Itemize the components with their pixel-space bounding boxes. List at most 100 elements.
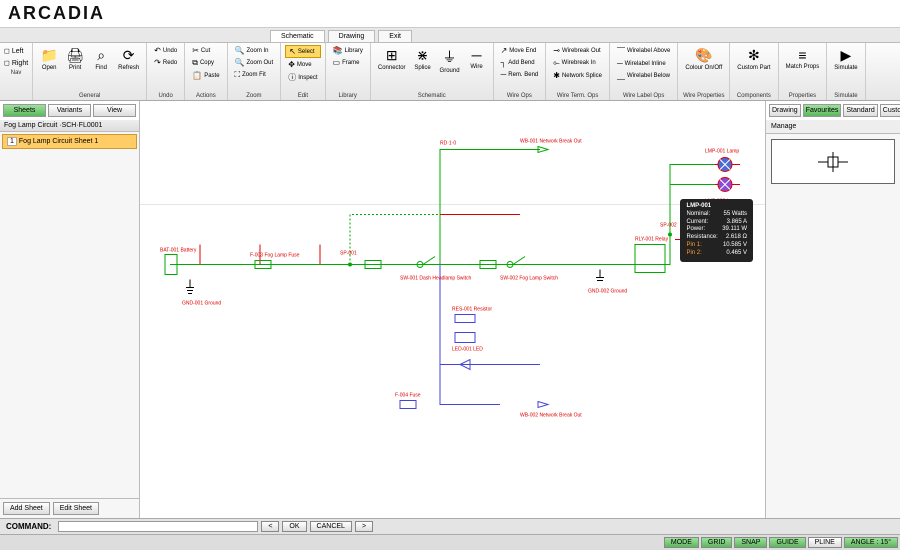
group-wireprops: 🎨Colour On/Off Wire Properties xyxy=(678,43,730,100)
wbin-button[interactable]: ⟜Wirebreak In xyxy=(550,57,605,69)
status-pline[interactable]: PLINE xyxy=(808,537,842,548)
tab-schematic[interactable]: Schematic xyxy=(270,30,325,42)
wlinline-button[interactable]: ─Wirelabel Inline xyxy=(614,58,673,69)
wlbelow-button[interactable]: ⎽Wirelabel Below xyxy=(614,70,673,82)
move-button[interactable]: ✥Move xyxy=(285,59,320,70)
custompart-button[interactable]: ✻Custom Part xyxy=(734,45,773,73)
tab-sheets[interactable]: Sheets xyxy=(3,104,46,117)
status-grid[interactable]: GRID xyxy=(701,537,733,548)
zoom-in-button[interactable]: 🔍Zoom In xyxy=(232,45,277,56)
status-angle[interactable]: ANGLE : 15° xyxy=(844,537,898,548)
matchprops-button[interactable]: ≡Match Props xyxy=(783,45,823,72)
status-bar: MODE GRID SNAP GUIDE PLINE ANGLE : 15° xyxy=(0,534,900,550)
redo-button[interactable]: ↷Redo xyxy=(151,57,180,68)
group-components: ✻Custom Part Components xyxy=(730,43,778,100)
tab-exit[interactable]: Exit xyxy=(378,30,412,42)
add-sheet-button[interactable]: Add Sheet xyxy=(3,502,50,515)
tab-custom[interactable]: Custom xyxy=(880,104,900,117)
wbout-button[interactable]: ⊸Wirebreak Out xyxy=(550,45,605,56)
library-button[interactable]: 📚Library xyxy=(330,45,366,56)
svg-text:GND-002 Ground: GND-002 Ground xyxy=(588,289,627,295)
undo-button[interactable]: ↶Undo xyxy=(151,45,180,56)
group-undo: ↶Undo ↷Redo Undo xyxy=(147,43,185,100)
gear-icon: ✻ xyxy=(748,47,760,64)
cut-button[interactable]: ✂Cut xyxy=(189,45,222,56)
svg-text:SW-001 Dash Headlamp Switch: SW-001 Dash Headlamp Switch xyxy=(400,276,472,282)
rembend-button[interactable]: ─Rem. Bend xyxy=(498,69,542,80)
manage-header: Manage xyxy=(766,120,900,134)
play-icon: ▶ xyxy=(841,47,852,64)
status-snap[interactable]: SNAP xyxy=(734,537,767,548)
splice-button[interactable]: ⋇Splice xyxy=(411,45,435,73)
print-icon: 🖨 xyxy=(66,47,84,64)
zoom-fit-icon: ⛶ xyxy=(235,70,241,80)
inspect-button[interactable]: ⓘInspect xyxy=(285,71,320,84)
tab-drawing[interactable]: Drawing xyxy=(328,30,376,42)
library-icon: 📚 xyxy=(333,46,343,55)
tab-variants[interactable]: Variants xyxy=(48,104,91,117)
connector-icon: ⊞ xyxy=(386,47,398,64)
svg-text:SP-001: SP-001 xyxy=(340,251,357,257)
group-edit: ↖Select ✥Move ⓘInspect Edit xyxy=(281,43,325,100)
addbend-button[interactable]: ┐Add Bend xyxy=(498,57,542,68)
schematic-canvas[interactable]: RD·1·0 BAT-001 Battery GND-001 Ground F-… xyxy=(140,101,765,518)
svg-text:LED-001 LED: LED-001 LED xyxy=(452,347,483,353)
group-zoom: 🔍Zoom In 🔍Zoom Out ⛶Zoom Fit Zoom xyxy=(228,43,282,100)
print-button[interactable]: 🖨Print xyxy=(63,45,87,73)
frame-icon: ▭ xyxy=(333,58,341,67)
undo-icon: ↶ xyxy=(154,46,161,55)
copy-button[interactable]: ⧉Copy xyxy=(189,57,222,69)
group-wireops: ↗Move End ┐Add Bend ─Rem. Bend Wire Ops xyxy=(494,43,547,100)
svg-text:SW-002 Fog Lamp Switch: SW-002 Fog Lamp Switch xyxy=(500,276,558,282)
open-button[interactable]: 📁Open xyxy=(37,45,61,73)
simulate-button[interactable]: ▶Simulate xyxy=(831,45,860,73)
find-button[interactable]: ⌕Find xyxy=(89,45,113,73)
cmd-ok-button[interactable]: OK xyxy=(282,521,306,532)
command-input[interactable] xyxy=(58,521,258,532)
tree-header: Fog Lamp Circuit ·SCH·FL0001 xyxy=(0,120,139,132)
wire-button[interactable]: ─Wire xyxy=(465,45,489,72)
select-button[interactable]: ↖Select xyxy=(285,45,320,58)
svg-text:RD·1·0: RD·1·0 xyxy=(440,141,456,147)
group-general: 📁Open 🖨Print ⌕Find ⟳Refresh General xyxy=(33,43,147,100)
tab-drawing-r[interactable]: Drawing xyxy=(769,104,801,117)
svg-text:WB-001 Network Break Out: WB-001 Network Break Out xyxy=(520,139,582,145)
symbol-preview[interactable] xyxy=(771,139,895,184)
cmd-back-button[interactable]: < xyxy=(261,521,279,532)
splice-icon: ⋇ xyxy=(417,47,429,64)
command-label: COMMAND: xyxy=(2,522,55,531)
mode-tabbar: Schematic Drawing Exit xyxy=(0,28,900,43)
svg-text:BAT-001 Battery: BAT-001 Battery xyxy=(160,248,197,254)
left-panel: Sheets Variants View Fog Lamp Circuit ·S… xyxy=(0,101,140,518)
tree-item[interactable]: 1Fog Lamp Circuit Sheet 1 xyxy=(2,134,137,149)
edit-sheet-button[interactable]: Edit Sheet xyxy=(53,502,99,515)
svg-text:F-003 Fog Lamp Fuse: F-003 Fog Lamp Fuse xyxy=(250,253,300,259)
folder-icon: 📁 xyxy=(40,47,57,64)
tab-view[interactable]: View xyxy=(93,104,136,117)
connector-button[interactable]: ⊞Connector xyxy=(375,45,409,73)
paste-button[interactable]: 📋Paste xyxy=(189,70,222,81)
tab-standard[interactable]: Standard xyxy=(843,104,877,117)
tab-favourites[interactable]: Favourites xyxy=(803,104,842,117)
status-mode[interactable]: MODE xyxy=(664,537,699,548)
match-icon: ≡ xyxy=(798,47,806,63)
nsplice-button[interactable]: ✱Network Splice xyxy=(550,70,605,81)
nav-left[interactable]: ◻ Left xyxy=(2,45,30,57)
ground-button[interactable]: ⏚Ground xyxy=(437,45,463,76)
wlabove-button[interactable]: ⎺Wirelabel Above xyxy=(614,45,673,57)
nav-right[interactable]: ◻ Right xyxy=(2,57,30,69)
wire-icon: ─ xyxy=(472,47,482,63)
frame-button[interactable]: ▭Frame xyxy=(330,57,366,68)
cursor-icon: ↖ xyxy=(289,47,296,56)
refresh-button[interactable]: ⟳Refresh xyxy=(115,45,142,73)
colour-button[interactable]: 🎨Colour On/Off xyxy=(682,45,725,73)
svg-text:GND-001 Ground: GND-001 Ground xyxy=(182,301,221,307)
cmd-fwd-button[interactable]: > xyxy=(355,521,373,532)
status-guide[interactable]: GUIDE xyxy=(769,537,805,548)
moveend-button[interactable]: ↗Move End xyxy=(498,45,542,56)
right-panel: Drawing Favourites Standard Custom Manag… xyxy=(765,101,900,518)
cmd-cancel-button[interactable]: CANCEL xyxy=(310,521,352,532)
cut-icon: ✂ xyxy=(192,46,199,55)
zoom-fit-button[interactable]: ⛶Zoom Fit xyxy=(232,69,277,81)
zoom-out-button[interactable]: 🔍Zoom Out xyxy=(232,57,277,68)
